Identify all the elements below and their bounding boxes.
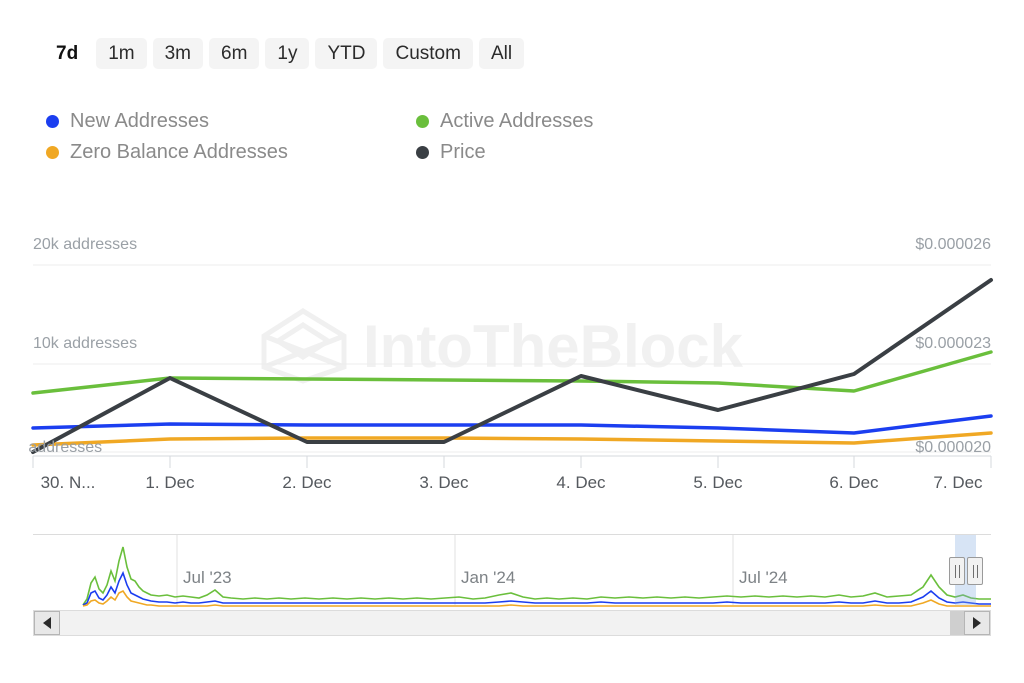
scrollbar-right-button[interactable] bbox=[964, 611, 990, 635]
x-axis-label-0: 30. N... bbox=[41, 473, 96, 493]
legend-label-zero-balance-addresses: Zero Balance Addresses bbox=[70, 141, 288, 164]
range-button-3m[interactable]: 3m bbox=[153, 38, 203, 69]
x-axis-label-3: 3. Dec bbox=[419, 473, 468, 493]
navigator-handle-right[interactable] bbox=[967, 557, 983, 585]
range-button-7d[interactable]: 7d bbox=[44, 38, 90, 69]
legend-label-active-addresses: Active Addresses bbox=[440, 110, 593, 133]
chart-x-axis bbox=[33, 456, 991, 468]
scrollbar-thumb[interactable] bbox=[950, 611, 964, 635]
range-button-ytd[interactable]: YTD bbox=[315, 38, 377, 69]
navigator-tick-label-jul-23: Jul '23 bbox=[183, 568, 232, 588]
y-axis-label-10k: 10k addresses bbox=[33, 335, 137, 353]
chevron-left-icon bbox=[43, 617, 51, 629]
chart-scrollbar[interactable] bbox=[33, 610, 991, 636]
range-button-custom[interactable]: Custom bbox=[383, 38, 472, 69]
range-selector: 7d 1m 3m 6m 1y YTD Custom All bbox=[44, 38, 524, 69]
range-button-6m[interactable]: 6m bbox=[209, 38, 259, 69]
x-axis-label-2: 2. Dec bbox=[282, 473, 331, 493]
chart-plot-area bbox=[0, 228, 1024, 508]
chevron-right-icon bbox=[973, 617, 981, 629]
x-axis-label-7: 7. Dec bbox=[933, 473, 982, 493]
navigator-tick-label-jan-24: Jan '24 bbox=[461, 568, 515, 588]
legend-dot-icon-new-addresses bbox=[46, 115, 59, 128]
legend-label-new-addresses: New Addresses bbox=[70, 110, 209, 133]
main-chart: 20k addresses 10k addresses 0 addresses … bbox=[0, 228, 1024, 508]
x-axis-label-5: 5. Dec bbox=[693, 473, 742, 493]
legend-dot-icon-active-addresses bbox=[416, 115, 429, 128]
navigator-tick-label-jul-24: Jul '24 bbox=[739, 568, 788, 588]
y-axis-label-20k: 20k addresses bbox=[33, 236, 137, 254]
y2-axis-label-23: $0.000023 bbox=[915, 335, 991, 353]
legend-item-price[interactable]: Price bbox=[416, 141, 666, 164]
chart-legend: New Addresses Active Addresses Zero Bala… bbox=[46, 110, 666, 164]
range-button-all[interactable]: All bbox=[479, 38, 524, 69]
y2-axis-label-26: $0.000026 bbox=[915, 236, 991, 254]
x-axis-label-6: 6. Dec bbox=[829, 473, 878, 493]
legend-item-new-addresses[interactable]: New Addresses bbox=[46, 110, 416, 133]
chart-navigator[interactable]: Jul '23 Jan '24 Jul '24 bbox=[33, 534, 991, 610]
scrollbar-left-button[interactable] bbox=[34, 611, 60, 635]
range-button-1m[interactable]: 1m bbox=[96, 38, 146, 69]
legend-item-active-addresses[interactable]: Active Addresses bbox=[416, 110, 666, 133]
legend-dot-icon-zero-balance-addresses bbox=[46, 146, 59, 159]
y-axis-label-0: 0 addresses bbox=[27, 439, 147, 457]
legend-label-price: Price bbox=[440, 141, 486, 164]
navigator-gridlines bbox=[177, 535, 733, 605]
x-axis-label-4: 4. Dec bbox=[556, 473, 605, 493]
series-line-active-addresses bbox=[33, 352, 991, 393]
range-button-1y[interactable]: 1y bbox=[265, 38, 309, 69]
series-line-new-addresses bbox=[33, 416, 991, 433]
navigator-handle-left[interactable] bbox=[949, 557, 965, 585]
legend-dot-icon-price bbox=[416, 146, 429, 159]
legend-item-zero-balance-addresses[interactable]: Zero Balance Addresses bbox=[46, 141, 416, 164]
x-axis-label-1: 1. Dec bbox=[145, 473, 194, 493]
series-line-zero-balance-addresses bbox=[33, 433, 991, 445]
y2-axis-label-20: $0.000020 bbox=[915, 439, 991, 457]
